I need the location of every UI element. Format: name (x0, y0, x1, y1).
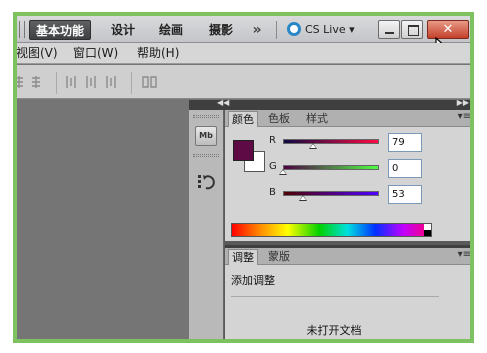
dock-header: ◀◀ ▶▶ (189, 98, 470, 110)
color-spectrum-bar[interactable] (231, 223, 432, 237)
menu-help[interactable]: 帮助(H) (137, 45, 179, 62)
slider-thumb[interactable] (279, 169, 287, 175)
window-controls: ✕ (378, 20, 470, 39)
drag-grip[interactable] (19, 21, 25, 38)
cs-live-button[interactable]: CS Live ▾ (287, 20, 355, 40)
workspace-painting-button[interactable]: 绘画 (151, 20, 191, 40)
menu-view[interactable]: 视图(V) (17, 45, 58, 62)
blue-value-field[interactable]: 53 (388, 185, 422, 204)
foreground-color-swatch[interactable] (233, 140, 254, 161)
slider-thumb[interactable] (308, 143, 317, 149)
no-document-message: 未打开文档 (306, 324, 362, 337)
slider-track[interactable] (283, 165, 379, 170)
expand-panels-icon[interactable]: ◀◀ (217, 98, 229, 107)
workspace-essentials-button[interactable]: 基本功能 (29, 20, 91, 40)
workspace-photography-button[interactable]: 摄影 (201, 20, 241, 40)
more-workspaces-button[interactable]: » (246, 20, 268, 40)
slider-green: G 0 (269, 159, 470, 179)
slider-label: R (269, 135, 276, 146)
slider-label: G (269, 161, 277, 172)
slider-thumb[interactable] (299, 195, 308, 201)
tab-styles[interactable]: 样式 (303, 111, 331, 127)
maximize-button[interactable] (401, 20, 423, 39)
tab-adjustments[interactable]: 调整 (228, 249, 258, 265)
auto-align-icon[interactable] (141, 75, 159, 89)
green-value-field[interactable]: 0 (388, 159, 422, 178)
red-value-field[interactable]: 79 (388, 133, 422, 152)
menu-window[interactable]: 窗口(W) (73, 45, 118, 62)
adjustments-panel-tabs: 调整 蒙版 ▾≡ (225, 248, 470, 265)
history-icon[interactable] (196, 172, 218, 192)
tab-masks[interactable]: 蒙版 (265, 249, 293, 265)
cs-live-icon (287, 22, 301, 36)
slider-blue: B 53 (269, 185, 470, 205)
strip-grip[interactable] (193, 115, 219, 118)
slider-track[interactable] (283, 139, 379, 144)
outer-frame: 基本功能 设计 绘画 摄影 » CS Live ▾ ✕ 视图(V) 窗口(W) … (0, 0, 487, 353)
strip-grip[interactable] (193, 154, 219, 157)
document-canvas-area[interactable] (17, 100, 189, 339)
close-icon: ✕ (442, 22, 454, 37)
panel-dock: ◀◀ ▶▶ Mb 颜色 色板 样式 ▾≡ R 79 G 0 B 53 调整 蒙版… (189, 98, 470, 339)
workspace-design-button[interactable]: 设计 (103, 20, 143, 40)
options-divider (56, 72, 57, 94)
collapse-panels-icon[interactable]: ▶▶ (457, 98, 469, 107)
titlebar-divider (276, 21, 277, 39)
minimize-button[interactable] (378, 20, 400, 39)
add-adjustment-label: 添加调整 (231, 274, 275, 287)
options-divider (131, 72, 132, 94)
application-bar: 基本功能 设计 绘画 摄影 » CS Live ▾ ✕ (17, 16, 470, 58)
color-panel-tabs: 颜色 色板 样式 ▾≡ (225, 110, 470, 127)
mini-bridge-button[interactable]: Mb (195, 126, 217, 146)
tab-swatches[interactable]: 色板 (265, 111, 293, 127)
panel-menu-icon[interactable]: ▾≡ (458, 111, 470, 122)
options-bar (17, 65, 470, 99)
slider-track[interactable] (283, 191, 379, 196)
app-window: 基本功能 设计 绘画 摄影 » CS Live ▾ ✕ 视图(V) 窗口(W) … (13, 12, 474, 343)
menu-bar: 视图(V) 窗口(W) 帮助(H) (17, 43, 470, 64)
distribute-icons[interactable] (65, 75, 125, 89)
cs-live-label: CS Live ▾ (305, 23, 355, 36)
align-icons[interactable] (15, 75, 51, 89)
adjustments-panel: 调整 蒙版 ▾≡ 添加调整 未打开文档 (225, 245, 470, 339)
slider-red: R 79 (269, 133, 470, 153)
slider-label: B (269, 187, 276, 198)
panel-menu-icon[interactable]: ▾≡ (458, 249, 470, 260)
divider (231, 296, 439, 297)
color-panel: 颜色 色板 样式 ▾≡ R 79 G 0 B 53 (225, 110, 470, 241)
tab-color[interactable]: 颜色 (228, 111, 258, 127)
panel-icon-strip: Mb (189, 110, 224, 339)
